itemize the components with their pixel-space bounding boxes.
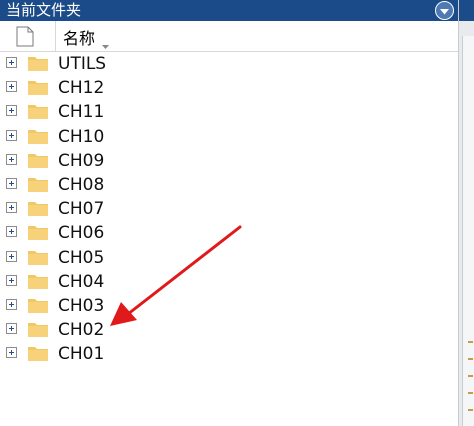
folder-row[interactable]: CH04 [0,270,458,294]
folder-icon [27,175,49,197]
folder-label: CH04 [58,271,105,292]
plus-box-icon[interactable] [6,129,17,141]
plus-box-icon[interactable] [6,250,17,262]
folder-label: CH06 [58,223,105,244]
folder-icon [27,54,49,76]
plus-box-icon[interactable] [6,226,17,238]
plus-box-icon[interactable] [6,347,17,359]
chevron-down-circle-icon [439,1,450,20]
folder-label: CH05 [58,247,105,268]
folder-icon [27,151,49,173]
folder-label: CH07 [58,199,105,220]
file-icon [16,26,34,51]
folder-label: CH10 [58,126,105,147]
folder-row[interactable]: CH06 [0,221,458,245]
folder-row[interactable]: CH09 [0,149,458,173]
folder-label: CH08 [58,175,105,195]
right-panel-edge [458,0,474,426]
plus-box-icon[interactable] [6,105,17,117]
folder-icon [27,127,49,149]
folder-row[interactable]: CH01 [0,342,458,366]
folder-icon [27,248,49,270]
folder-row[interactable]: CH11 [0,100,458,124]
folder-icon [27,320,49,342]
plus-box-icon[interactable] [6,57,17,68]
panel-menu-button[interactable] [435,1,454,20]
column-header-name[interactable]: 名称 [63,25,95,49]
folder-icon [27,199,49,221]
panel-titlebar: 当前文件夹 [0,0,458,21]
folder-row[interactable]: CH03 [0,294,458,318]
folder-icon [27,272,49,294]
folder-row[interactable]: CH02 [0,318,458,342]
plus-box-icon[interactable] [6,153,17,165]
folder-row[interactable]: CH10 [0,125,458,149]
folder-label: CH09 [58,150,105,171]
folder-label: CH11 [58,102,105,123]
panel-title: 当前文件夹 [6,1,82,19]
folder-row[interactable]: CH05 [0,246,458,270]
plus-box-icon[interactable] [6,274,17,286]
folder-label: CH02 [58,320,105,341]
folder-label: CH12 [58,78,105,99]
plus-box-icon[interactable] [6,202,17,214]
column-header: 名称 [0,21,458,52]
plus-box-icon[interactable] [6,299,17,310]
folder-icon [27,344,49,366]
folder-icon [27,78,49,100]
folder-label: CH01 [58,344,105,365]
folder-row[interactable]: CH12 [0,76,458,100]
folder-row[interactable]: UTILS [0,52,458,76]
folder-label: CH03 [58,296,105,316]
folder-icon [27,296,49,318]
plus-box-icon[interactable] [6,323,17,335]
folder-row[interactable]: CH08 [0,173,458,197]
folder-label: UTILS [58,54,107,74]
folder-row[interactable]: CH07 [0,197,458,221]
folder-icon [27,102,49,124]
folder-icon [27,223,49,245]
plus-box-icon[interactable] [6,81,17,93]
plus-box-icon[interactable] [6,178,17,189]
